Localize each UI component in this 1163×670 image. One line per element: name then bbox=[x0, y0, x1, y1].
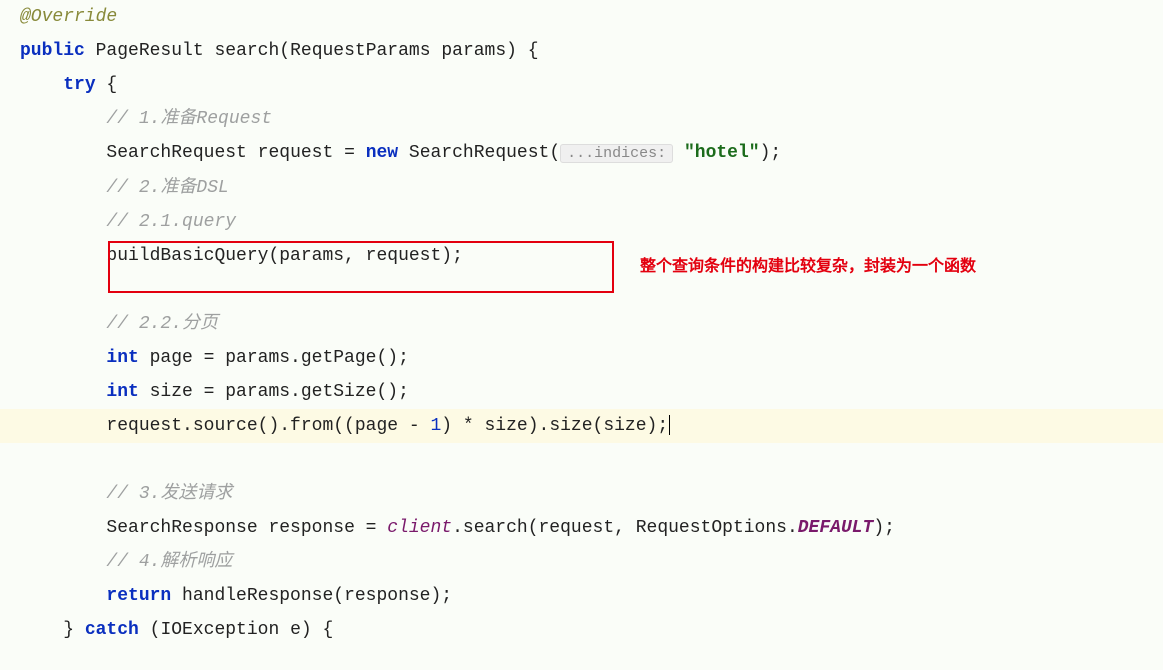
field-ref: client bbox=[387, 518, 452, 538]
code-line: } catch (IOException e) { bbox=[0, 613, 1163, 647]
type: SearchResponse bbox=[106, 518, 257, 538]
param-type: RequestParams bbox=[290, 41, 430, 61]
string-literal: "hotel" bbox=[673, 143, 759, 163]
return-type: PageResult bbox=[96, 41, 204, 61]
comment: // 4.解析响应 bbox=[106, 552, 232, 572]
var: request bbox=[258, 143, 334, 163]
keyword-catch: catch bbox=[85, 620, 139, 640]
code-editor[interactable]: @Override public PageResult search(Reque… bbox=[0, 0, 1163, 647]
code-line: buildBasicQuery(params, request); bbox=[0, 239, 1163, 273]
code-line: int size = params.getSize(); bbox=[0, 375, 1163, 409]
keyword-int: int bbox=[106, 348, 138, 368]
keyword-int: int bbox=[106, 382, 138, 402]
number-literal: 1 bbox=[430, 416, 441, 436]
type: SearchRequest bbox=[106, 143, 246, 163]
code-line-highlighted: request.source().from((page - 1) * size)… bbox=[0, 409, 1163, 443]
code-line: return handleResponse(response); bbox=[0, 579, 1163, 613]
callout-text: 整个查询条件的构建比较复杂，封装为一个函数 bbox=[640, 250, 976, 284]
text-caret bbox=[669, 415, 670, 435]
code-line: // 2.1.query bbox=[0, 205, 1163, 239]
code-line: try { bbox=[0, 68, 1163, 102]
parameter-hint: ...indices: bbox=[560, 144, 673, 163]
method-call: buildBasicQuery(params, request); bbox=[106, 246, 462, 266]
keyword-try: try bbox=[63, 75, 95, 95]
code-line: SearchRequest request = new SearchReques… bbox=[0, 136, 1163, 171]
comment: // 2.1.query bbox=[106, 212, 236, 232]
code-line: SearchResponse response = client.search(… bbox=[0, 511, 1163, 545]
code-line: // 2.准备DSL bbox=[0, 171, 1163, 205]
comment: // 1.准备Request bbox=[106, 109, 272, 129]
code-line bbox=[0, 273, 1163, 307]
code-line: int page = params.getPage(); bbox=[0, 341, 1163, 375]
constant: DEFAULT bbox=[798, 518, 874, 538]
annotation: @Override bbox=[20, 7, 117, 27]
code-line: @Override bbox=[0, 0, 1163, 34]
code-line: // 1.准备Request bbox=[0, 102, 1163, 136]
method-name: search bbox=[214, 41, 279, 61]
code-line: // 4.解析响应 bbox=[0, 545, 1163, 579]
code-line bbox=[0, 443, 1163, 477]
keyword-public: public bbox=[20, 41, 85, 61]
code-line: public PageResult search(RequestParams p… bbox=[0, 34, 1163, 68]
keyword-new: new bbox=[366, 143, 398, 163]
keyword-return: return bbox=[106, 586, 171, 606]
param-name: params bbox=[441, 41, 506, 61]
code-line: // 3.发送请求 bbox=[0, 477, 1163, 511]
comment: // 3.发送请求 bbox=[106, 484, 232, 504]
code-line: // 2.2.分页 bbox=[0, 307, 1163, 341]
comment: // 2.2.分页 bbox=[106, 314, 218, 334]
comment: // 2.准备DSL bbox=[106, 178, 228, 198]
